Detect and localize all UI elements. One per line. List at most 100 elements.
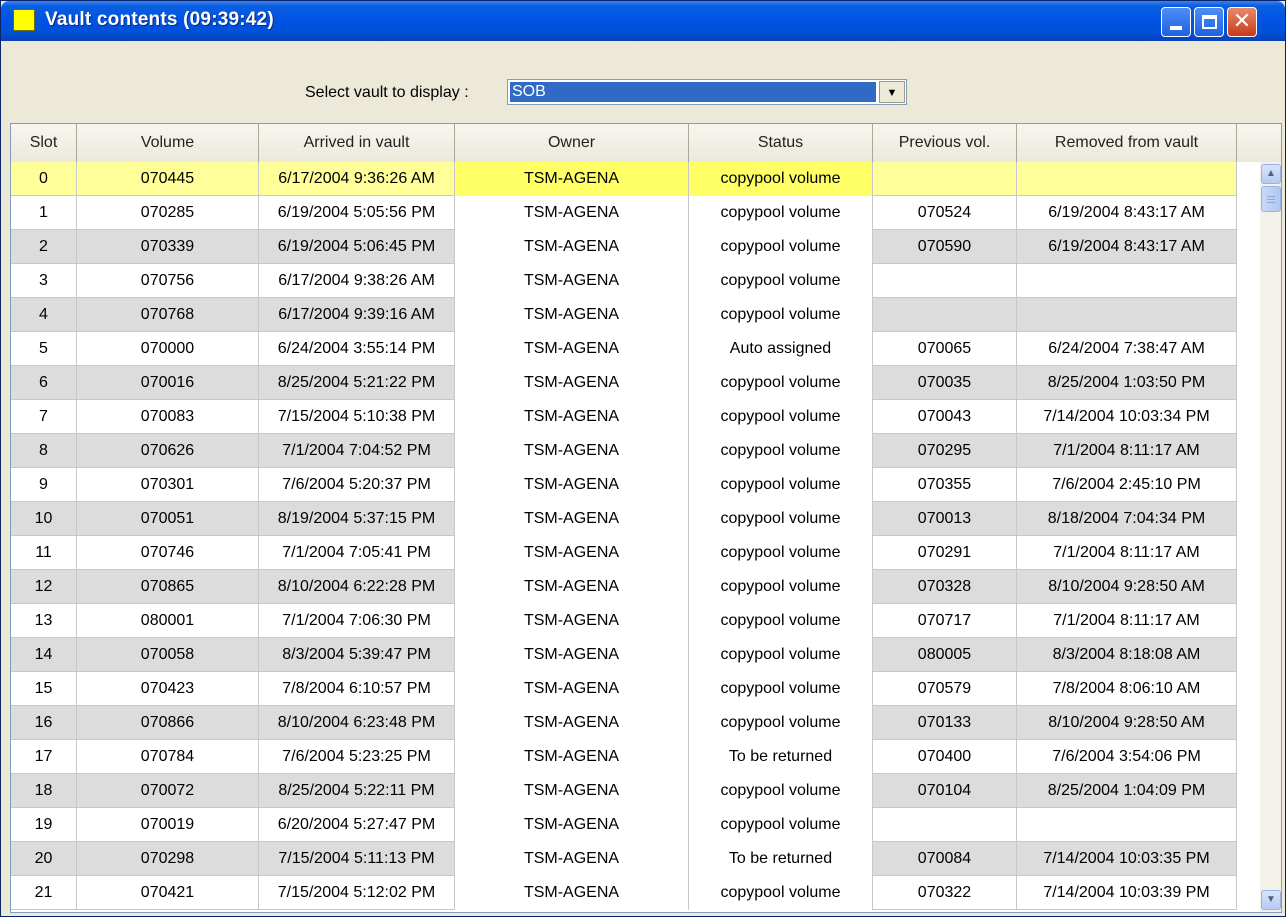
cell-arrived[interactable]: 6/17/2004 9:36:26 AM: [259, 162, 455, 196]
cell-owner[interactable]: TSM-AGENA: [455, 808, 689, 842]
cell-previous-vol[interactable]: 070084: [873, 842, 1017, 876]
table-row[interactable]: 8 070626 7/1/2004 7:04:52 PM TSM-AGENA copyp…: [11, 434, 1237, 468]
cell-arrived[interactable]: 7/15/2004 5:10:38 PM: [259, 400, 455, 434]
cell-previous-vol[interactable]: 070328: [873, 570, 1017, 604]
table-row[interactable]: 19 070019 6/20/2004 5:27:47 PM TSM-AGENA cop…: [11, 808, 1237, 842]
cell-slot[interactable]: 10: [11, 502, 77, 536]
vault-table[interactable]: Slot Volume Arrived in vault Owner Statu…: [10, 123, 1282, 913]
cell-slot[interactable]: 19: [11, 808, 77, 842]
cell-arrived[interactable]: 7/8/2004 6:10:57 PM: [259, 672, 455, 706]
table-row[interactable]: 12 070865 8/10/2004 6:22:28 PM TSM-AGENA cop…: [11, 570, 1237, 604]
cell-owner[interactable]: TSM-AGENA: [455, 468, 689, 502]
cell-volume[interactable]: 070423: [77, 672, 259, 706]
cell-owner[interactable]: TSM-AGENA: [455, 536, 689, 570]
cell-slot[interactable]: 18: [11, 774, 77, 808]
cell-arrived[interactable]: 8/19/2004 5:37:15 PM: [259, 502, 455, 536]
table-row[interactable]: 0 070445 6/17/2004 9:36:26 AM TSM-AGENA copy…: [11, 162, 1237, 196]
cell-previous-vol[interactable]: 070355: [873, 468, 1017, 502]
cell-owner[interactable]: TSM-AGENA: [455, 638, 689, 672]
cell-slot[interactable]: 1: [11, 196, 77, 230]
cell-owner[interactable]: TSM-AGENA: [455, 774, 689, 808]
cell-slot[interactable]: 9: [11, 468, 77, 502]
table-row[interactable]: 15 070423 7/8/2004 6:10:57 PM TSM-AGENA copy…: [11, 672, 1237, 706]
cell-arrived[interactable]: 6/17/2004 9:39:16 AM: [259, 298, 455, 332]
cell-previous-vol[interactable]: 080005: [873, 638, 1017, 672]
cell-status[interactable]: copypool volume: [689, 298, 873, 332]
cell-slot[interactable]: 3: [11, 264, 77, 298]
cell-slot[interactable]: 12: [11, 570, 77, 604]
cell-status[interactable]: copypool volume: [689, 536, 873, 570]
cell-status[interactable]: copypool volume: [689, 808, 873, 842]
cell-volume[interactable]: 070058: [77, 638, 259, 672]
cell-previous-vol[interactable]: [873, 264, 1017, 298]
column-header-volume[interactable]: Volume: [77, 124, 259, 162]
cell-removed[interactable]: 8/25/2004 1:04:09 PM: [1017, 774, 1237, 808]
column-header-status[interactable]: Status: [689, 124, 873, 162]
cell-status[interactable]: copypool volume: [689, 672, 873, 706]
cell-status[interactable]: copypool volume: [689, 162, 873, 196]
scroll-down-button[interactable]: ▼: [1261, 890, 1281, 910]
cell-status[interactable]: copypool volume: [689, 434, 873, 468]
table-row[interactable]: 16 070866 8/10/2004 6:23:48 PM TSM-AGENA cop…: [11, 706, 1237, 740]
cell-slot[interactable]: 6: [11, 366, 77, 400]
cell-slot[interactable]: 13: [11, 604, 77, 638]
cell-arrived[interactable]: 8/25/2004 5:22:11 PM: [259, 774, 455, 808]
cell-removed[interactable]: 8/25/2004 1:03:50 PM: [1017, 366, 1237, 400]
cell-volume[interactable]: 070866: [77, 706, 259, 740]
cell-status[interactable]: copypool volume: [689, 366, 873, 400]
cell-status[interactable]: copypool volume: [689, 468, 873, 502]
cell-volume[interactable]: 070000: [77, 332, 259, 366]
cell-volume[interactable]: 070865: [77, 570, 259, 604]
cell-slot[interactable]: 20: [11, 842, 77, 876]
cell-previous-vol[interactable]: 070133: [873, 706, 1017, 740]
table-row[interactable]: 9 070301 7/6/2004 5:20:37 PM TSM-AGENA copyp…: [11, 468, 1237, 502]
cell-removed[interactable]: 8/10/2004 9:28:50 AM: [1017, 570, 1237, 604]
cell-previous-vol[interactable]: 070013: [873, 502, 1017, 536]
cell-volume[interactable]: 070626: [77, 434, 259, 468]
cell-previous-vol[interactable]: 070590: [873, 230, 1017, 264]
cell-status[interactable]: copypool volume: [689, 230, 873, 264]
cell-volume[interactable]: 070768: [77, 298, 259, 332]
cell-previous-vol[interactable]: 070043: [873, 400, 1017, 434]
cell-previous-vol[interactable]: 070104: [873, 774, 1017, 808]
cell-removed[interactable]: 7/6/2004 2:45:10 PM: [1017, 468, 1237, 502]
cell-arrived[interactable]: 6/20/2004 5:27:47 PM: [259, 808, 455, 842]
cell-status[interactable]: copypool volume: [689, 604, 873, 638]
cell-owner[interactable]: TSM-AGENA: [455, 366, 689, 400]
cell-previous-vol[interactable]: 070322: [873, 876, 1017, 910]
cell-volume[interactable]: 080001: [77, 604, 259, 638]
table-row[interactable]: 13 080001 7/1/2004 7:06:30 PM TSM-AGENA copy…: [11, 604, 1237, 638]
cell-volume[interactable]: 070746: [77, 536, 259, 570]
table-row[interactable]: 17 070784 7/6/2004 5:23:25 PM TSM-AGENA To b…: [11, 740, 1237, 774]
cell-status[interactable]: copypool volume: [689, 400, 873, 434]
cell-owner[interactable]: TSM-AGENA: [455, 570, 689, 604]
cell-owner[interactable]: TSM-AGENA: [455, 162, 689, 196]
table-row[interactable]: 6 070016 8/25/2004 5:21:22 PM TSM-AGENA copy…: [11, 366, 1237, 400]
cell-owner[interactable]: TSM-AGENA: [455, 196, 689, 230]
cell-owner[interactable]: TSM-AGENA: [455, 706, 689, 740]
column-header-previous-vol[interactable]: Previous vol.: [873, 124, 1017, 162]
cell-status[interactable]: copypool volume: [689, 196, 873, 230]
cell-status[interactable]: copypool volume: [689, 876, 873, 910]
cell-previous-vol[interactable]: 070291: [873, 536, 1017, 570]
cell-status[interactable]: Auto assigned: [689, 332, 873, 366]
table-row[interactable]: 18 070072 8/25/2004 5:22:11 PM TSM-AGENA cop…: [11, 774, 1237, 808]
cell-owner[interactable]: TSM-AGENA: [455, 604, 689, 638]
vertical-scrollbar[interactable]: ▲ ▼: [1260, 162, 1281, 912]
cell-arrived[interactable]: 6/19/2004 5:05:56 PM: [259, 196, 455, 230]
cell-removed[interactable]: 8/18/2004 7:04:34 PM: [1017, 502, 1237, 536]
cell-owner[interactable]: TSM-AGENA: [455, 876, 689, 910]
cell-removed[interactable]: 7/6/2004 3:54:06 PM: [1017, 740, 1237, 774]
cell-slot[interactable]: 0: [11, 162, 77, 196]
table-row[interactable]: 20 070298 7/15/2004 5:11:13 PM TSM-AGENA To …: [11, 842, 1237, 876]
cell-slot[interactable]: 4: [11, 298, 77, 332]
table-row[interactable]: 1 070285 6/19/2004 5:05:56 PM TSM-AGENA copy…: [11, 196, 1237, 230]
cell-removed[interactable]: 7/1/2004 8:11:17 AM: [1017, 604, 1237, 638]
cell-volume[interactable]: 070756: [77, 264, 259, 298]
cell-volume[interactable]: 070083: [77, 400, 259, 434]
cell-arrived[interactable]: 6/17/2004 9:38:26 AM: [259, 264, 455, 298]
cell-volume[interactable]: 070421: [77, 876, 259, 910]
cell-owner[interactable]: TSM-AGENA: [455, 332, 689, 366]
cell-arrived[interactable]: 8/25/2004 5:21:22 PM: [259, 366, 455, 400]
cell-owner[interactable]: TSM-AGENA: [455, 842, 689, 876]
